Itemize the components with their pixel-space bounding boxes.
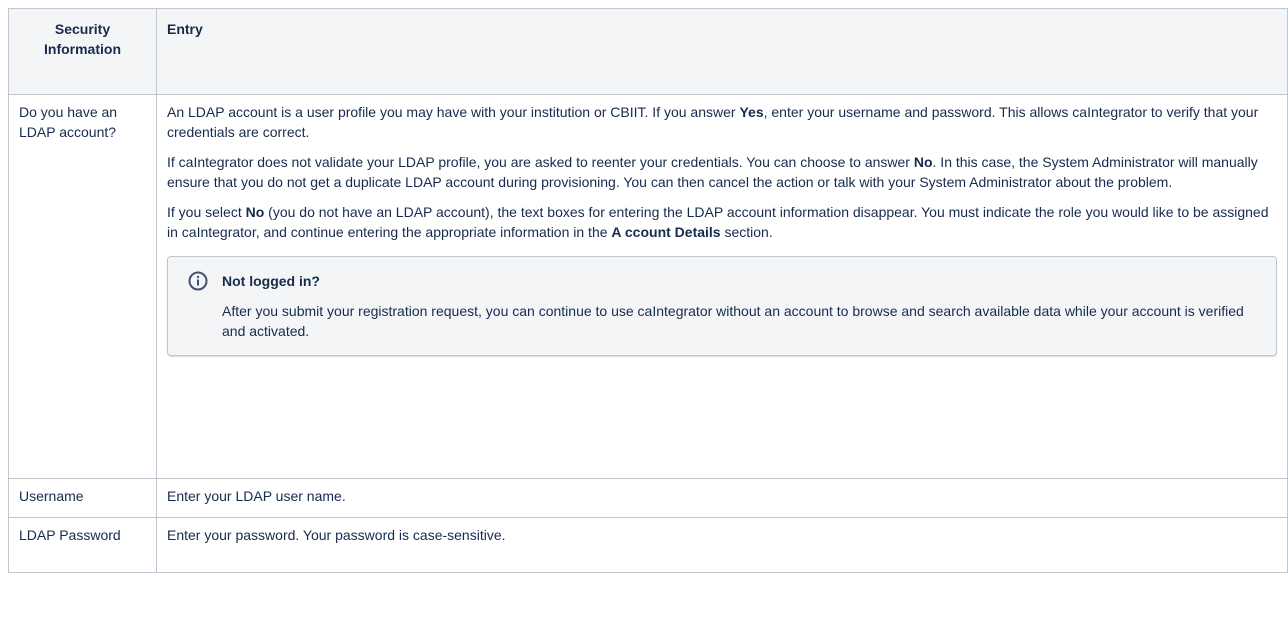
header-entry: Entry (156, 8, 1288, 95)
bold-text: A ccount Details (611, 224, 721, 240)
table-row: Username Enter your LDAP user name. (8, 478, 1288, 518)
bold-text: No (245, 204, 265, 220)
bold-text: Yes (739, 104, 764, 120)
text: An LDAP account is a user profile you ma… (167, 104, 740, 120)
table-row: LDAP Password Enter your password. Your … (8, 517, 1288, 573)
info-panel: Not logged in? After you submit your reg… (167, 256, 1277, 356)
row-entry-ldap-password: Enter your password. Your password is ca… (156, 517, 1288, 573)
row-entry-ldap-account: An LDAP account is a user profile you ma… (156, 94, 1288, 479)
bold-text: No (913, 154, 933, 170)
paragraph: An LDAP account is a user profile you ma… (167, 102, 1277, 142)
row-label-ldap-password: LDAP Password (8, 517, 157, 573)
row-label-ldap-account: Do you have an LDAP account? (8, 94, 157, 479)
text: If you select (167, 204, 246, 220)
header-security-line2: Information (44, 41, 121, 57)
table-row: Do you have an LDAP account? An LDAP acc… (8, 94, 1288, 479)
info-icon (188, 271, 208, 291)
security-info-table: Security Information Entry Do you have an… (8, 8, 1288, 573)
text: section. (720, 224, 773, 240)
panel-body: After you submit your registration reque… (222, 303, 1244, 339)
row-entry-username: Enter your LDAP user name. (156, 478, 1288, 518)
header-security-information: Security Information (8, 8, 157, 95)
text: If caIntegrator does not validate your L… (167, 154, 914, 170)
panel-title: Not logged in? (222, 273, 320, 289)
paragraph: If caIntegrator does not validate your L… (167, 152, 1277, 192)
table-header-row: Security Information Entry (8, 8, 1288, 95)
row-label-username: Username (8, 478, 157, 518)
header-security-line1: Security (54, 21, 111, 37)
paragraph: If you select No (you do not have an LDA… (167, 202, 1277, 242)
